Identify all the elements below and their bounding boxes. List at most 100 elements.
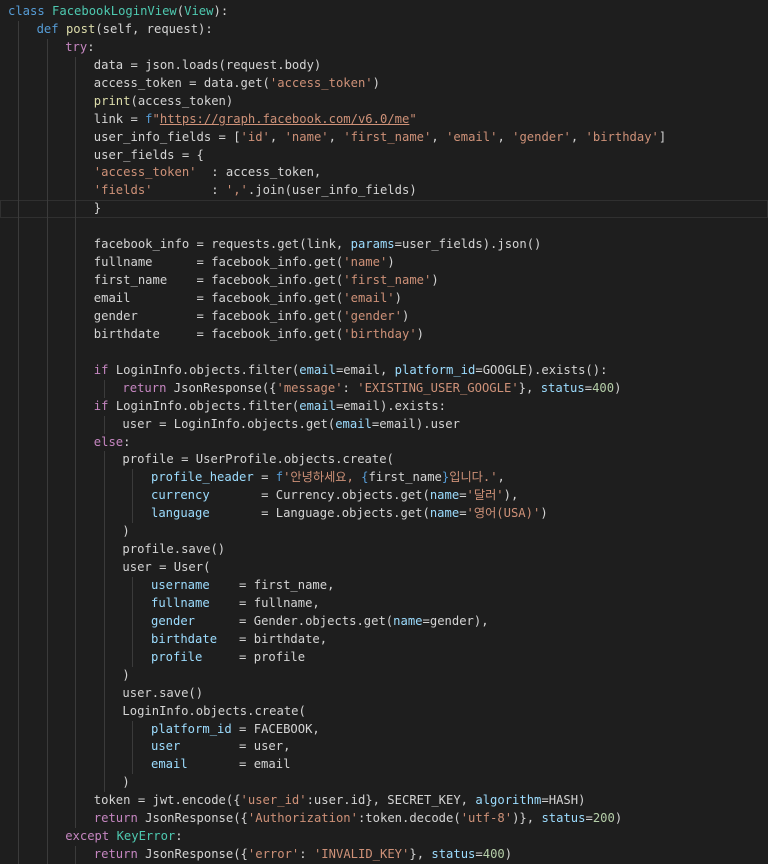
code-token: )	[122, 524, 130, 539]
code-token: ,	[497, 129, 513, 144]
code-token: status	[541, 811, 586, 826]
code-token: facebook_info = requests.get(link,	[93, 237, 351, 252]
code-line[interactable]: def post(self, request):	[0, 20, 768, 39]
code-line[interactable]: profile = profile	[0, 648, 768, 667]
code-token: =	[253, 470, 276, 485]
code-token: email	[299, 398, 336, 413]
code-token: )	[614, 811, 623, 826]
code-line[interactable]: user = user,	[0, 738, 768, 757]
code-line[interactable]: language = Language.objects.get(name='영어…	[0, 505, 768, 524]
code-line[interactable]: link = f"https://graph.facebook.com/v6.0…	[0, 110, 768, 129]
code-token: )	[122, 775, 130, 790]
code-line[interactable]: LoginInfo.objects.create(	[0, 702, 768, 721]
code-line[interactable]: token = jwt.encode({'user_id':user.id}, …	[0, 792, 768, 811]
code-token: status	[431, 847, 476, 862]
code-text: fullname = facebook_info.get('name')	[8, 255, 395, 269]
code-token: : access_token,	[196, 165, 322, 180]
code-text: fullname = fullname,	[8, 596, 320, 610]
code-token: :	[342, 380, 358, 395]
code-token: =	[475, 847, 483, 862]
code-token: =GOOGLE).exists():	[475, 362, 608, 377]
code-line[interactable]: birthdate = facebook_info.get('birthday'…	[0, 325, 768, 344]
code-token: =	[459, 488, 467, 503]
code-line[interactable]: )	[0, 774, 768, 793]
code-text: )	[8, 524, 130, 539]
code-line[interactable]: access_token = data.get('access_token')	[0, 74, 768, 93]
code-line[interactable]: user_info_fields = ['id', 'name', 'first…	[0, 128, 768, 147]
code-token: status	[540, 380, 585, 395]
code-line[interactable]: user = LoginInfo.objects.get(email=email…	[0, 415, 768, 434]
code-line[interactable]: )	[0, 523, 768, 542]
code-line[interactable]	[0, 218, 768, 237]
code-token: JsonResponse({	[145, 847, 248, 862]
code-line[interactable]: birthdate = birthdate,	[0, 630, 768, 649]
code-token: )	[401, 308, 410, 323]
code-token: 'first_name'	[343, 129, 432, 144]
code-token: else	[93, 434, 124, 449]
code-token: return	[93, 847, 146, 862]
code-token: = email	[187, 757, 291, 772]
code-token: JsonResponse({	[145, 811, 248, 826]
code-line[interactable]: except KeyError:	[0, 828, 768, 847]
code-token: first_name = facebook_info.get(	[93, 273, 344, 288]
code-line[interactable]: profile_header = f'안녕하세요, {first_name}입니…	[0, 469, 768, 488]
code-token: if	[93, 398, 116, 413]
code-token: f	[145, 111, 153, 126]
code-line[interactable]: if LoginInfo.objects.filter(email=email,…	[0, 361, 768, 380]
code-token: fullname	[151, 595, 210, 610]
code-line[interactable]: platform_id = FACEBOOK,	[0, 720, 768, 739]
code-line[interactable]: user.save()	[0, 684, 768, 703]
code-line[interactable]: user_fields = {	[0, 146, 768, 165]
code-token: '달러'	[466, 488, 504, 503]
code-line[interactable]: try:	[0, 38, 768, 57]
code-token: 'EXISTING_USER_GOOGLE'	[357, 380, 519, 395]
code-token: = birthdate,	[217, 631, 328, 646]
code-text: user_fields = {	[8, 148, 204, 162]
code-token: LoginInfo.objects.filter(	[115, 398, 300, 413]
code-text: profile = UserProfile.objects.create(	[8, 452, 394, 466]
code-line[interactable]: first_name = facebook_info.get('first_na…	[0, 272, 768, 290]
code-line[interactable]: }	[0, 200, 768, 219]
code-token: = profile	[202, 649, 306, 664]
code-token: 'error'	[247, 847, 300, 862]
code-line[interactable]: facebook_info = requests.get(link, param…	[0, 236, 768, 255]
code-line[interactable]	[0, 343, 768, 362]
code-line[interactable]: 'access_token' : access_token,	[0, 164, 768, 183]
code-line[interactable]: 'fields' : ','.join(user_info_fields)	[0, 182, 768, 201]
code-line[interactable]: print(access_token)	[0, 92, 768, 111]
code-token: token = jwt.encode({	[93, 793, 241, 808]
code-line[interactable]: profile.save()	[0, 541, 768, 560]
code-text: profile = profile	[8, 650, 305, 664]
code-line[interactable]: email = facebook_info.get('email')	[0, 290, 768, 308]
code-line[interactable]: currency = Currency.objects.get(name='달러…	[0, 487, 768, 506]
code-token: 'INVALID_KEY'	[313, 847, 410, 862]
code-line[interactable]: fullname = fullname,	[0, 594, 768, 613]
code-token: )},	[512, 811, 542, 826]
code-text: birthdate = birthdate,	[8, 632, 327, 646]
code-token: return	[93, 811, 146, 826]
code-text: return JsonResponse({'message': 'EXISTIN…	[8, 381, 621, 395]
code-line[interactable]: return JsonResponse({'error': 'INVALID_K…	[0, 846, 768, 864]
code-token: profile	[151, 649, 203, 664]
code-line[interactable]: user = User(	[0, 559, 768, 577]
code-token: )	[540, 506, 548, 521]
code-line[interactable]: profile = UserProfile.objects.create(	[0, 451, 768, 470]
code-editor[interactable]: class FacebookLoginView(View): def post(s…	[0, 0, 768, 864]
code-line[interactable]: if LoginInfo.objects.filter(email=email)…	[0, 397, 768, 416]
code-line[interactable]: )	[0, 666, 768, 685]
code-token: )	[431, 273, 439, 288]
code-line[interactable]: username = first_name,	[0, 577, 768, 595]
code-line[interactable]: else:	[0, 433, 768, 452]
code-line[interactable]: return JsonResponse({'message': 'EXISTIN…	[0, 379, 768, 398]
code-token: 'fields'	[93, 183, 153, 198]
code-line[interactable]: gender = Gender.objects.get(name=gender)…	[0, 612, 768, 631]
code-line[interactable]: class FacebookLoginView(View):	[0, 3, 768, 21]
code-line[interactable]: email = email	[0, 756, 768, 775]
code-token: user = LoginInfo.objects.get(	[122, 416, 336, 431]
code-text: username = first_name,	[8, 578, 334, 592]
code-line[interactable]: fullname = facebook_info.get('name')	[0, 254, 768, 273]
code-line[interactable]: gender = facebook_info.get('gender')	[0, 307, 768, 326]
code-line[interactable]: return JsonResponse({'Authorization':tok…	[0, 810, 768, 829]
code-text: return JsonResponse({'Authorization':tok…	[8, 811, 622, 825]
code-line[interactable]: data = json.loads(request.body)	[0, 56, 768, 75]
